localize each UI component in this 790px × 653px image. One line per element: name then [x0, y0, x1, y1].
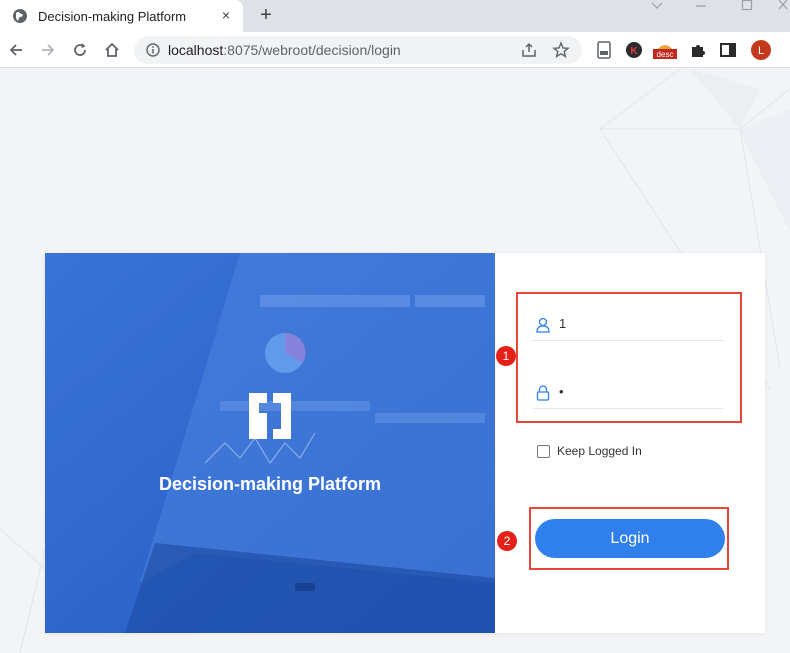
url-path: :8075/webroot/decision/login — [223, 42, 401, 58]
profile-initial: L — [758, 45, 764, 57]
info-icon[interactable] — [146, 43, 160, 57]
k-extension-icon[interactable]: K — [624, 40, 644, 60]
back-icon[interactable] — [6, 40, 26, 60]
document-extension-icon[interactable] — [594, 40, 614, 60]
forward-icon[interactable] — [38, 40, 58, 60]
new-tab-button[interactable]: + — [256, 4, 276, 27]
annotation-box-credentials — [516, 292, 742, 423]
url-text[interactable]: localhost:8075/webroot/decision/login — [168, 42, 401, 58]
platform-logo-icon — [249, 393, 291, 439]
annotation-badge-2: 2 — [497, 531, 517, 551]
share-icon[interactable] — [520, 41, 538, 59]
minimize-icon[interactable] — [694, 0, 708, 12]
annotation-badge-1: 1 — [496, 346, 516, 366]
hero-panel: Decision-making Platform — [45, 253, 495, 633]
home-icon[interactable] — [102, 40, 122, 60]
profile-avatar[interactable]: L — [750, 39, 772, 61]
tab-title: Decision-making Platform — [38, 9, 187, 24]
browser-toolbar: localhost:8075/webroot/decision/login K … — [0, 32, 790, 68]
hero-title: Decision-making Platform — [158, 474, 382, 494]
extensions-puzzle-icon[interactable] — [688, 40, 708, 60]
keep-logged-in[interactable]: Keep Logged In — [537, 444, 642, 458]
address-bar[interactable]: localhost:8075/webroot/decision/login — [134, 36, 582, 64]
tab-bar: Decision-making Platform × + — [0, 0, 790, 32]
bookmark-star-icon[interactable] — [552, 41, 570, 59]
url-host: localhost — [168, 42, 224, 58]
keep-logged-in-checkbox[interactable] — [537, 444, 550, 458]
tab-close-icon[interactable]: × — [218, 7, 234, 23]
login-page: Decision-making Platform Keep Logged I — [0, 69, 790, 653]
annotation-box-login — [529, 507, 729, 570]
side-panel-icon[interactable] — [718, 40, 738, 60]
tablet-background-image — [45, 253, 495, 633]
close-window-icon[interactable] — [776, 0, 790, 12]
globe-icon — [13, 9, 27, 23]
desc-extension-icon[interactable]: desc — [652, 40, 678, 60]
tab-search-icon[interactable] — [650, 0, 664, 12]
desc-extension-label: desc — [657, 50, 674, 59]
k-extension-label: K — [630, 46, 638, 57]
browser-tab[interactable]: Decision-making Platform × — [0, 0, 243, 32]
reload-icon[interactable] — [70, 40, 90, 60]
maximize-icon[interactable] — [740, 0, 754, 12]
keep-logged-in-label[interactable]: Keep Logged In — [557, 444, 642, 458]
